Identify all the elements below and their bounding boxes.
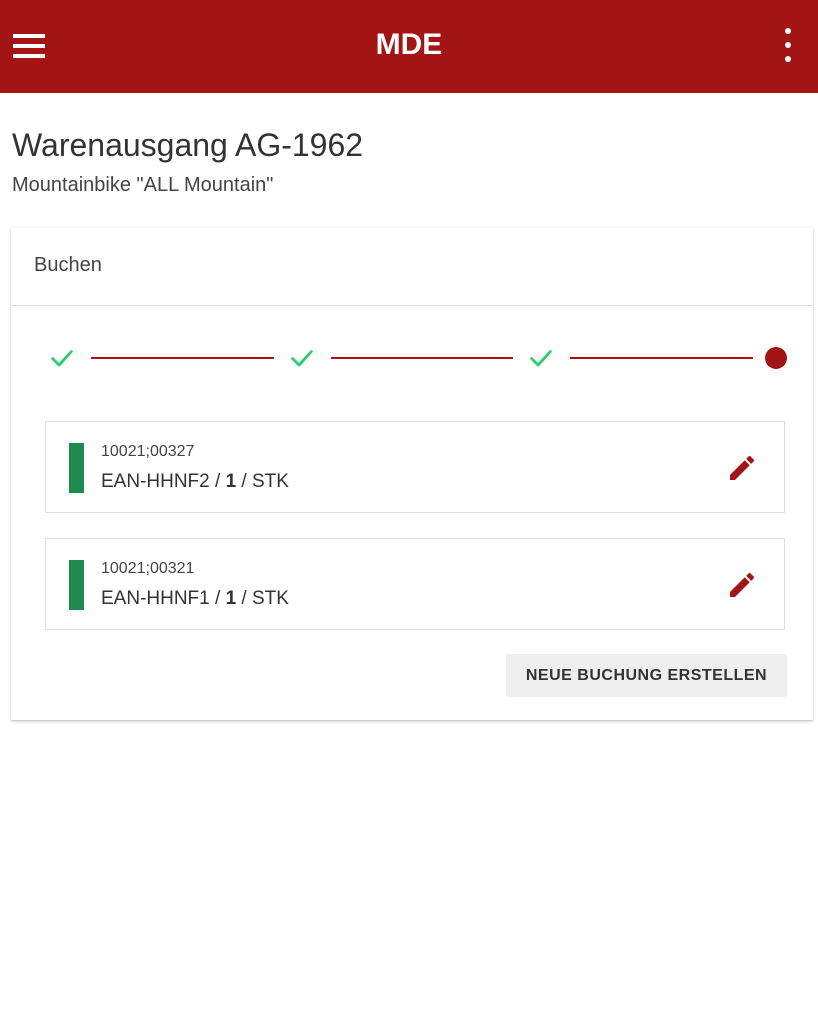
new-booking-button[interactable]: NEUE BUCHUNG ERSTELLEN xyxy=(506,654,787,697)
list-item[interactable]: 10021;00321 EAN-HHNF1 / 1 / STK xyxy=(45,538,785,630)
check-icon xyxy=(51,350,73,367)
more-vertical-icon[interactable] xyxy=(782,28,794,62)
item-separator: / xyxy=(236,471,252,492)
check-icon xyxy=(530,350,552,367)
item-unit: STK xyxy=(252,588,289,609)
app-title: MDE xyxy=(375,28,443,61)
booking-card: Buchen 10021;00327 EAN-HHNF2 / 1 / STK 1… xyxy=(11,228,813,720)
item-ean: EAN-HHNF2 xyxy=(101,471,210,492)
status-indicator xyxy=(69,560,84,610)
pencil-icon[interactable] xyxy=(726,452,758,484)
item-unit: STK xyxy=(252,471,289,492)
item-separator: / xyxy=(209,588,226,609)
stepper-connector xyxy=(91,357,274,359)
item-detail: EAN-HHNF1 / 1 / STK xyxy=(101,588,289,610)
item-detail: EAN-HHNF2 / 1 / STK xyxy=(101,471,289,493)
stepper-connector xyxy=(331,357,513,359)
item-quantity: 1 xyxy=(225,471,237,492)
page-title: Warenausgang AG-1962 xyxy=(12,127,364,163)
list-item[interactable]: 10021;00327 EAN-HHNF2 / 1 / STK xyxy=(45,421,785,513)
current-step-dot-icon xyxy=(765,347,787,369)
item-separator: / xyxy=(236,588,252,609)
card-header-label: Buchen xyxy=(34,254,102,276)
stepper-connector xyxy=(570,357,753,359)
app-bar: MDE xyxy=(0,0,818,93)
item-ean: EAN-HHNF1 xyxy=(101,588,210,609)
item-code: 10021;00321 xyxy=(101,560,195,577)
check-icon xyxy=(291,350,313,367)
item-separator: / xyxy=(209,471,226,492)
card-header: Buchen xyxy=(11,228,813,306)
item-code: 10021;00327 xyxy=(101,443,195,460)
pencil-icon[interactable] xyxy=(726,569,758,601)
item-quantity: 1 xyxy=(225,588,237,609)
status-indicator xyxy=(69,443,84,493)
page-subtitle: Mountainbike "ALL Mountain" xyxy=(12,174,274,196)
